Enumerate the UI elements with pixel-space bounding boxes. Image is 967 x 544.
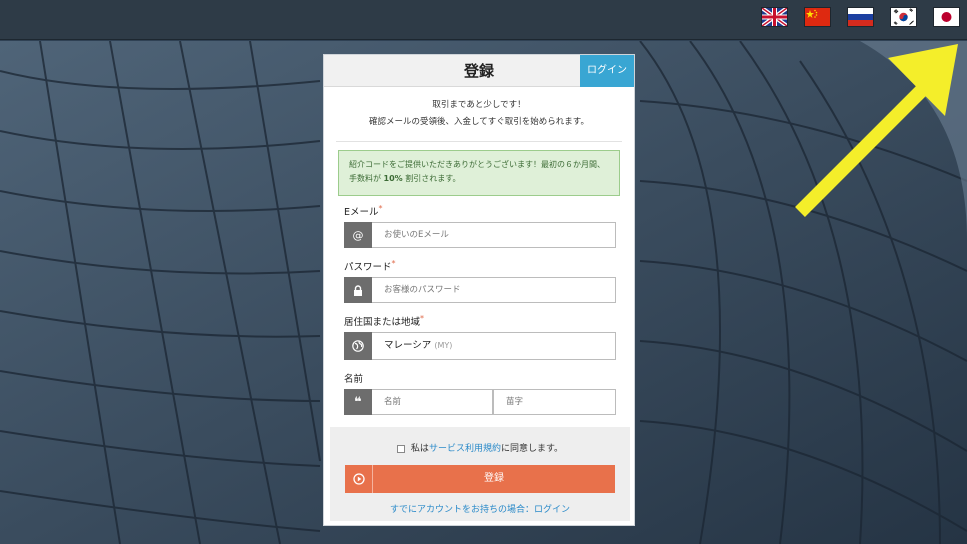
jp-flag-icon[interactable] (934, 8, 959, 26)
name-label: 名前 (344, 374, 364, 385)
promo-text-2: 割引されます。 (402, 174, 461, 183)
country-label: 居住国または地域 (344, 317, 421, 328)
first-name-input[interactable]: 名前 (372, 389, 493, 415)
subtitle-line2: 確認メールの受領後、入金してすぐ取引を始められます。 (369, 117, 589, 127)
promo-alert: 紹介コードをご提供いただきありがとうございます！最初の６か月間、手数料が 10%… (338, 150, 620, 196)
form-footer: 私はサービス利用規約に同意します。 登録 すでにアカウントをお持ちの場合：ログイ… (330, 427, 630, 521)
quote-icon: ❝ (344, 389, 372, 415)
terms-link[interactable]: サービス利用規約 (429, 444, 501, 454)
subtitle-line1: 取引まであと少しです！ (432, 100, 526, 110)
email-input[interactable]: お使いのEメール (372, 222, 616, 248)
agree-prefix: 私は (410, 444, 429, 454)
country-select[interactable]: マレーシア (MY) (372, 332, 616, 360)
language-selector (762, 8, 959, 26)
subtitle: 取引まであと少しです！ 確認メールの受領後、入金してすぐ取引を始められます。 (324, 97, 634, 131)
agree-suffix: に同意します。 (500, 444, 564, 454)
terms-checkbox[interactable] (396, 444, 405, 453)
country-value: マレーシア (384, 340, 432, 351)
lock-icon (344, 277, 372, 303)
password-label: パスワード (344, 262, 392, 273)
name-group: 名前 ❝ 名前 苗字 (344, 371, 616, 415)
kr-flag-icon[interactable] (891, 8, 916, 26)
terms-agreement: 私はサービス利用規約に同意します。 (330, 441, 630, 454)
required-mark: * (378, 204, 383, 213)
last-name-input[interactable]: 苗字 (493, 389, 616, 415)
play-circle-icon (345, 465, 373, 493)
required-mark: * (420, 314, 425, 323)
register-button[interactable]: 登録 (345, 465, 615, 493)
login-tab[interactable]: ログイン (580, 55, 634, 87)
globe-icon (344, 332, 372, 360)
uk-flag-icon[interactable] (762, 8, 787, 26)
at-icon: @ (344, 222, 372, 248)
country-group: 居住国または地域* マレーシア (MY) (344, 314, 616, 360)
cn-flag-icon[interactable] (805, 8, 830, 26)
password-input[interactable]: お客様のパスワード (372, 277, 616, 303)
yellow-arrow-annotation (795, 44, 958, 217)
card-header: 登録 ログイン (324, 55, 634, 87)
login-link[interactable]: すでにアカウントをお持ちの場合：ログイン (330, 502, 630, 515)
ru-flag-icon[interactable] (848, 8, 873, 26)
required-mark: * (391, 259, 396, 268)
password-group: パスワード* お客様のパスワード (344, 259, 616, 303)
email-label: Eメール (344, 207, 379, 218)
promo-discount: 10% (383, 174, 403, 183)
register-button-label: 登録 (484, 473, 504, 484)
registration-card: 登録 ログイン 取引まであと少しです！ 確認メールの受領後、入金してすぐ取引を始… (323, 54, 635, 526)
divider (336, 141, 622, 142)
country-code: (MY) (434, 341, 453, 350)
email-group: Eメール* @ お使いのEメール (344, 204, 616, 248)
